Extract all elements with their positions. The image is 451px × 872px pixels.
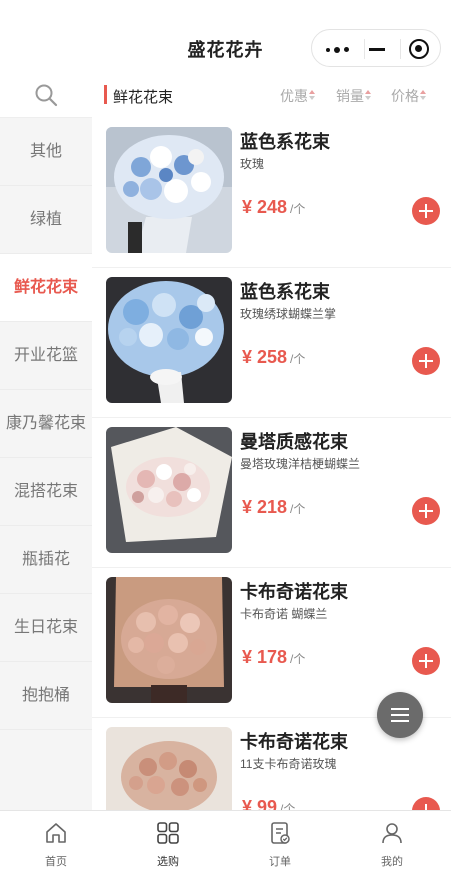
product-name: 卡布奇诺花束 bbox=[240, 582, 348, 602]
price-unit: /个 bbox=[290, 652, 306, 666]
product-description: 玫瑰绣球蝴蝶兰掌 bbox=[240, 307, 337, 321]
capsule-divider bbox=[364, 39, 365, 59]
product-card[interactable]: 蓝色系花束 玫瑰绣球蝴蝶兰掌 ¥ 258/个 bbox=[92, 268, 451, 418]
product-description: 曼塔玫瑰洋桔梗蝴蝶兰 bbox=[240, 457, 361, 471]
tab-label: 我的 bbox=[381, 856, 403, 868]
mini-program-capsule bbox=[311, 29, 441, 67]
menu-line bbox=[391, 714, 409, 716]
product-name: 卡布奇诺花束 bbox=[240, 732, 348, 752]
category-item-green-plants[interactable]: 绿植 bbox=[0, 186, 92, 254]
floating-menu-button[interactable] bbox=[377, 692, 423, 738]
order-icon bbox=[271, 822, 290, 844]
add-to-cart-button[interactable] bbox=[412, 347, 440, 375]
home-icon bbox=[46, 823, 66, 843]
product-name: 曼塔质感花束 bbox=[240, 432, 348, 452]
grid-icon bbox=[157, 822, 179, 844]
product-price: ¥ 258/个 bbox=[242, 347, 305, 368]
price-value: ¥ 178 bbox=[242, 647, 288, 667]
user-icon bbox=[382, 823, 402, 844]
category-item-opening-basket[interactable]: 开业花篮 bbox=[0, 322, 92, 390]
tab-shop[interactable]: 选购 bbox=[112, 811, 224, 872]
category-item-birthday-bouquet[interactable]: 生日花束 bbox=[0, 594, 92, 662]
sort-price[interactable]: 价格 bbox=[391, 86, 426, 106]
category-item-carnation-bouquet[interactable]: 康乃馨花束 bbox=[0, 390, 92, 458]
add-to-cart-button[interactable] bbox=[412, 797, 440, 810]
product-image bbox=[106, 427, 232, 553]
product-description: 玫瑰 bbox=[240, 157, 265, 171]
product-card[interactable]: 曼塔质感花束 曼塔玫瑰洋桔梗蝴蝶兰 ¥ 218/个 bbox=[92, 418, 451, 568]
category-item-mixed-bouquet[interactable]: 混搭花束 bbox=[0, 458, 92, 526]
product-name: 蓝色系花束 bbox=[240, 132, 330, 152]
top-navigation-bar: 盛花花卉 bbox=[0, 0, 451, 72]
price-unit: /个 bbox=[290, 202, 306, 216]
product-card[interactable]: 蓝色系花束 玫瑰 ¥ 248/个 bbox=[92, 118, 451, 268]
category-item-hug-bucket[interactable]: 抱抱桶 bbox=[0, 662, 92, 730]
tab-profile[interactable]: 我的 bbox=[336, 811, 448, 872]
search-icon bbox=[35, 84, 58, 107]
sort-label: 价格 bbox=[391, 88, 419, 104]
category-item-other[interactable]: 其他 bbox=[0, 118, 92, 186]
price-unit: /个 bbox=[290, 502, 306, 516]
add-to-cart-button[interactable] bbox=[412, 647, 440, 675]
close-target-icon[interactable] bbox=[409, 39, 429, 59]
sort-sales[interactable]: 销量 bbox=[336, 86, 371, 106]
product-image bbox=[106, 277, 232, 403]
minimize-icon[interactable] bbox=[369, 48, 385, 51]
category-item-fresh-bouquet[interactable]: 鲜花花束 bbox=[0, 254, 92, 322]
product-description: 11支卡布奇诺玫瑰 bbox=[240, 757, 337, 771]
tab-orders[interactable]: 订单 bbox=[224, 811, 336, 872]
menu-line bbox=[391, 720, 409, 722]
sort-discount[interactable]: 优惠 bbox=[280, 86, 315, 106]
category-sidebar: 其他 绿植 鲜花花束 开业花篮 康乃馨花束 混搭花束 瓶插花 生日花束 抱抱桶 bbox=[0, 72, 92, 812]
capsule-divider bbox=[400, 39, 401, 59]
category-item-vase-flowers[interactable]: 瓶插花 bbox=[0, 526, 92, 594]
menu-line bbox=[391, 708, 409, 710]
product-image bbox=[106, 577, 232, 703]
product-price: ¥ 248/个 bbox=[242, 197, 305, 218]
price-value: ¥ 258 bbox=[242, 347, 288, 367]
product-image bbox=[106, 127, 232, 253]
add-to-cart-button[interactable] bbox=[412, 497, 440, 525]
section-title: 鲜花花束 bbox=[113, 89, 174, 106]
product-price: ¥ 218/个 bbox=[242, 497, 305, 518]
price-value: ¥ 99 bbox=[242, 797, 278, 810]
search-button[interactable] bbox=[0, 72, 92, 118]
tab-label: 选购 bbox=[157, 856, 179, 868]
product-name: 蓝色系花束 bbox=[240, 282, 330, 302]
price-value: ¥ 248 bbox=[242, 197, 288, 217]
add-to-cart-button[interactable] bbox=[412, 197, 440, 225]
sort-label: 销量 bbox=[336, 88, 364, 104]
sort-arrows-icon bbox=[309, 89, 315, 103]
tab-home[interactable]: 首页 bbox=[0, 811, 112, 872]
sort-arrows-icon bbox=[420, 89, 426, 103]
tab-label: 首页 bbox=[45, 856, 67, 868]
product-image bbox=[106, 727, 232, 810]
product-price: ¥ 99/个 bbox=[242, 797, 295, 810]
bottom-tab-bar: 首页 选购 订单 我的 bbox=[0, 810, 451, 872]
product-description: 卡布奇诺 蝴蝶兰 bbox=[240, 607, 328, 621]
section-accent-bar bbox=[104, 85, 107, 104]
price-value: ¥ 218 bbox=[242, 497, 288, 517]
section-header: 鲜花花束 优惠 销量 价格 bbox=[92, 72, 451, 118]
product-price: ¥ 178/个 bbox=[242, 647, 305, 668]
price-unit: /个 bbox=[280, 802, 296, 810]
price-unit: /个 bbox=[290, 352, 306, 366]
more-dots-icon[interactable] bbox=[326, 46, 350, 53]
sort-arrows-icon bbox=[365, 89, 371, 103]
sort-label: 优惠 bbox=[280, 88, 308, 104]
tab-label: 订单 bbox=[269, 856, 291, 868]
